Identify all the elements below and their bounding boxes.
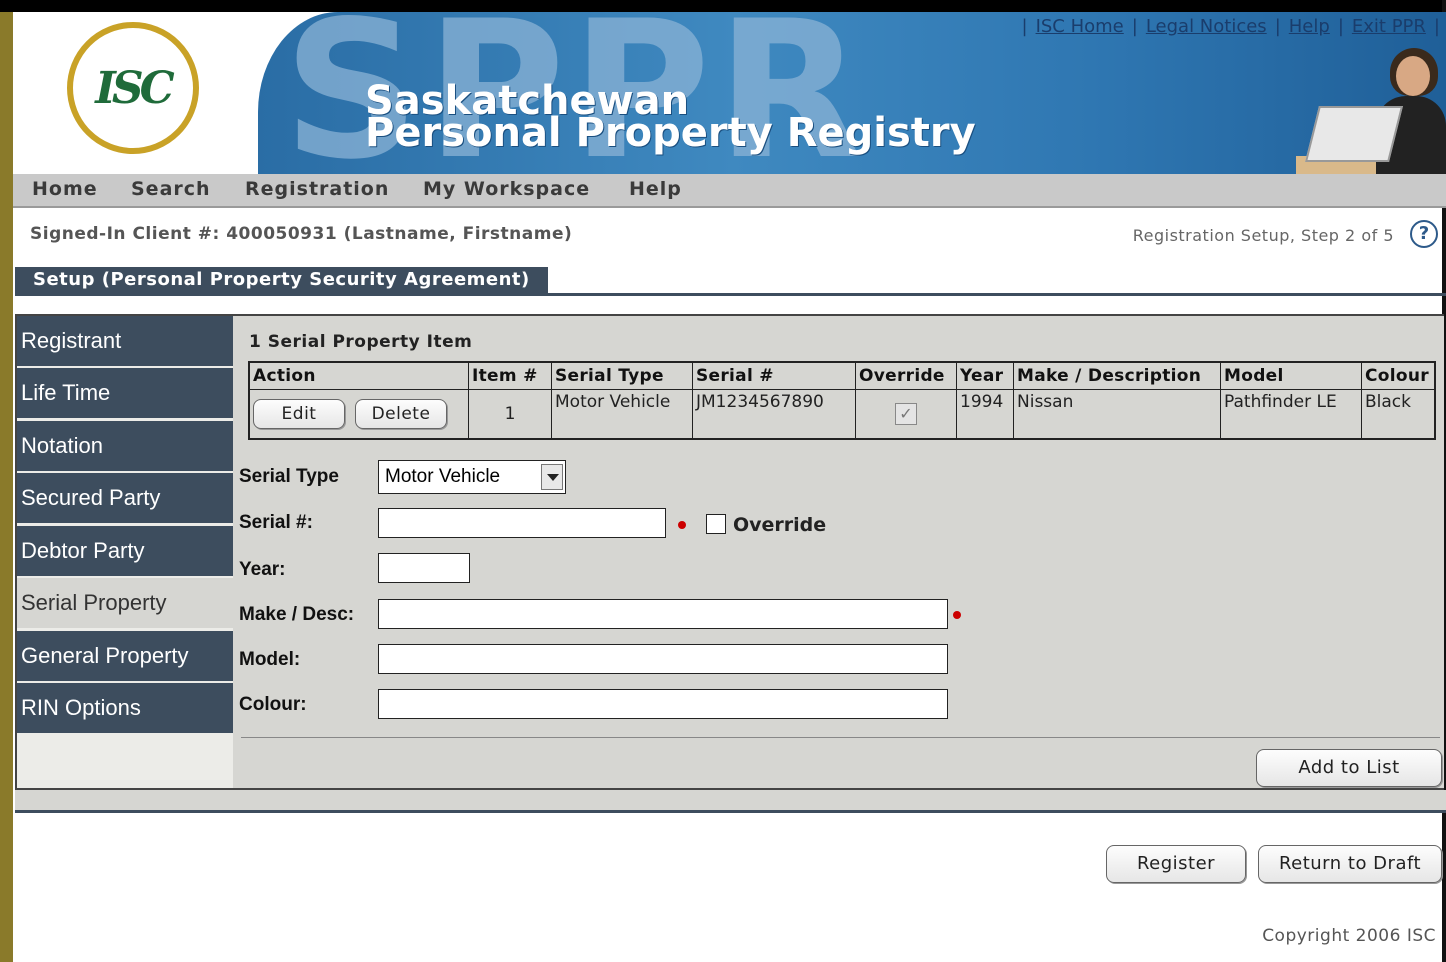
help-icon[interactable]: ? bbox=[1410, 220, 1438, 248]
isc-home-link[interactable]: ISC Home bbox=[1036, 16, 1124, 37]
sidebar-item-life-time[interactable]: Life Time bbox=[17, 368, 233, 418]
header-banner: ISC SPPR Saskatchewan Personal Property … bbox=[13, 12, 1446, 174]
col-model: Model bbox=[1220, 361, 1362, 390]
year-input[interactable] bbox=[378, 553, 470, 583]
col-item: Item # bbox=[468, 361, 552, 390]
nav-help[interactable]: Help bbox=[629, 178, 682, 200]
serial-type-select[interactable]: Motor Vehicle bbox=[378, 460, 566, 494]
col-action: Action bbox=[248, 361, 469, 390]
sidebar-item-secured-party[interactable]: Secured Party bbox=[17, 473, 233, 523]
colour-input[interactable] bbox=[378, 689, 948, 719]
setup-bar: Setup (Personal Property Security Agreem… bbox=[15, 267, 1446, 296]
make-desc-label: Make / Desc: bbox=[239, 604, 355, 625]
serial-label: Serial #: bbox=[239, 512, 313, 533]
model-label: Model: bbox=[239, 649, 301, 670]
register-button[interactable]: Register bbox=[1106, 845, 1246, 883]
nav-registration[interactable]: Registration bbox=[245, 178, 389, 200]
cell-serial: JM1234567890 bbox=[692, 389, 856, 440]
edit-button[interactable]: Edit bbox=[253, 399, 345, 429]
window-frame-top bbox=[0, 0, 1446, 12]
sidebar-item-registrant[interactable]: Registrant bbox=[17, 316, 233, 366]
year-label: Year: bbox=[239, 559, 286, 580]
step-indicator: Registration Setup, Step 2 of 5 bbox=[1132, 226, 1394, 245]
sidebar-item-serial-property[interactable]: Serial Property bbox=[17, 578, 233, 628]
required-icon bbox=[953, 611, 961, 619]
required-icon bbox=[678, 521, 686, 529]
logo-text: ISC bbox=[95, 62, 174, 114]
cell-make: Nissan bbox=[1013, 389, 1221, 440]
nav-home[interactable]: Home bbox=[32, 178, 98, 200]
make-desc-input[interactable] bbox=[378, 599, 948, 629]
copyright: Copyright 2006 ISC bbox=[1262, 926, 1436, 946]
override-checkbox[interactable] bbox=[706, 514, 726, 534]
table-row: Edit Delete 1 Motor Vehicle JM1234567890 … bbox=[248, 389, 1436, 440]
row-actions: Edit Delete bbox=[248, 389, 469, 440]
return-to-draft-button[interactable]: Return to Draft bbox=[1258, 845, 1442, 883]
colour-label: Colour: bbox=[239, 694, 307, 715]
main-nav: Home Search Registration My Workspace He… bbox=[13, 174, 1446, 208]
cell-model: Pathfinder LE bbox=[1220, 389, 1362, 440]
help-link[interactable]: Help bbox=[1289, 16, 1330, 37]
cell-item: 1 bbox=[468, 389, 552, 440]
isc-logo: ISC bbox=[67, 22, 199, 154]
sidebar-item-rin-options[interactable]: RIN Options bbox=[17, 683, 233, 733]
nav-my-workspace[interactable]: My Workspace bbox=[423, 178, 590, 200]
cell-year: 1994 bbox=[956, 389, 1014, 440]
col-override: Override bbox=[855, 361, 957, 390]
sidebar: Registrant Life Time Notation Secured Pa… bbox=[17, 316, 233, 788]
col-make: Make / Description bbox=[1013, 361, 1221, 390]
chevron-down-icon[interactable] bbox=[541, 464, 563, 490]
exit-ppr-link[interactable]: Exit PPR bbox=[1352, 16, 1426, 37]
top-links: | ISC Home | Legal Notices | Help | Exit PPR | bbox=[1021, 16, 1440, 37]
serial-type-label: Serial Type bbox=[239, 466, 339, 487]
signed-in-client: Signed-In Client #: 400050931 (Lastname,… bbox=[30, 224, 573, 244]
add-to-list-button[interactable]: Add to List bbox=[1256, 749, 1442, 787]
serial-input[interactable] bbox=[378, 508, 666, 538]
override-checked-icon: ✓ bbox=[895, 403, 917, 425]
cell-serial-type: Motor Vehicle bbox=[551, 389, 693, 440]
form-divider bbox=[241, 737, 1440, 738]
sidebar-item-notation[interactable]: Notation bbox=[17, 421, 233, 471]
col-serial-type: Serial Type bbox=[551, 361, 693, 390]
banner-person-image bbox=[1296, 44, 1446, 174]
cell-colour: Black bbox=[1361, 389, 1436, 440]
items-count-title: 1 Serial Property Item bbox=[249, 332, 473, 352]
nav-search[interactable]: Search bbox=[131, 178, 211, 200]
override-label: Override bbox=[733, 514, 827, 536]
serial-type-selected: Motor Vehicle bbox=[385, 466, 501, 487]
bottom-bar bbox=[15, 790, 1446, 813]
logo-area: ISC bbox=[13, 12, 263, 174]
window-frame-left bbox=[0, 0, 13, 962]
cell-override: ✓ bbox=[855, 389, 957, 440]
col-colour: Colour bbox=[1361, 361, 1436, 390]
col-serial: Serial # bbox=[692, 361, 856, 390]
legal-notices-link[interactable]: Legal Notices bbox=[1146, 16, 1267, 37]
banner-title-line2: Personal Property Registry bbox=[365, 110, 976, 156]
main-panel: Registrant Life Time Notation Secured Pa… bbox=[15, 314, 1444, 790]
sidebar-item-general-property[interactable]: General Property bbox=[17, 631, 233, 681]
model-input[interactable] bbox=[378, 644, 948, 674]
sidebar-item-debtor-party[interactable]: Debtor Party bbox=[17, 526, 233, 576]
serial-items-table: Action Item # Serial Type Serial # Overr… bbox=[248, 361, 1436, 440]
table-header-row: Action Item # Serial Type Serial # Overr… bbox=[248, 361, 1436, 390]
delete-button[interactable]: Delete bbox=[355, 399, 447, 429]
setup-tab: Setup (Personal Property Security Agreem… bbox=[15, 267, 548, 293]
col-year: Year bbox=[956, 361, 1014, 390]
